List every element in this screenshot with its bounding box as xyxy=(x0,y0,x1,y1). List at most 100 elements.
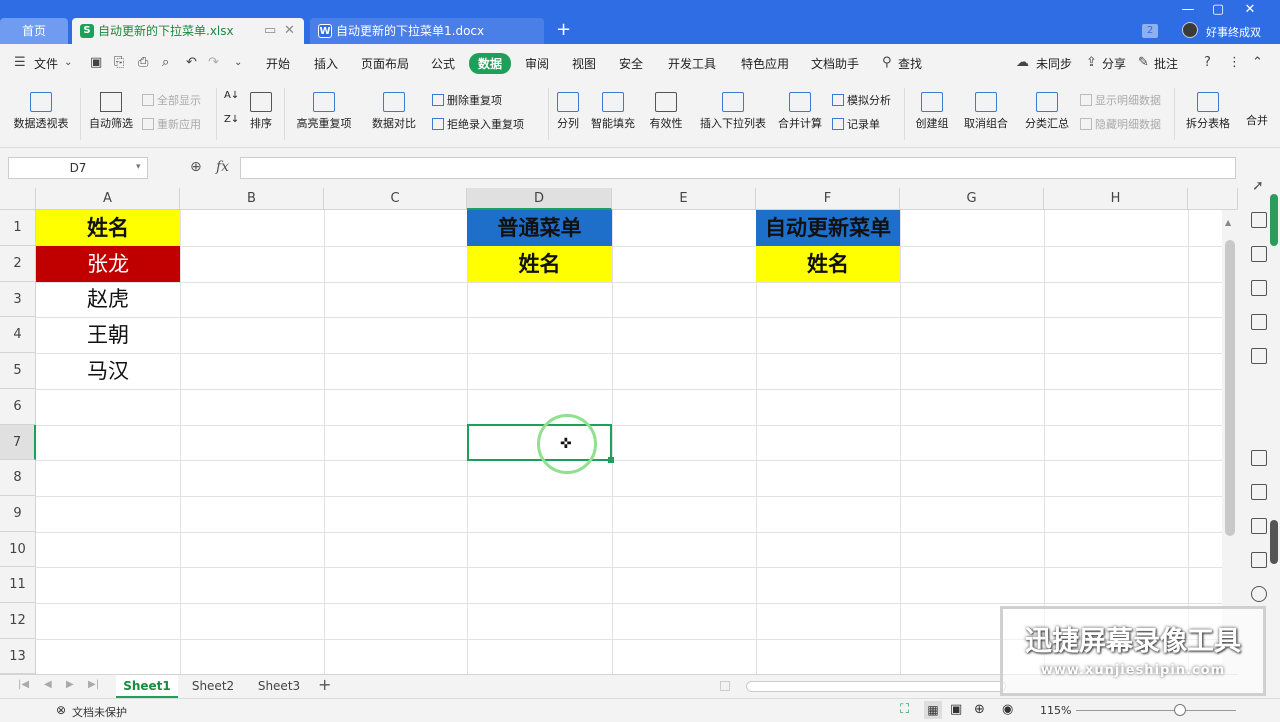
row-header-13[interactable]: 13 xyxy=(0,639,36,674)
row-header-9[interactable]: 9 xyxy=(0,496,36,532)
zoom-slider-thumb[interactable] xyxy=(1174,704,1186,716)
cursor-select-icon[interactable]: ➚ xyxy=(1252,178,1264,194)
merge-calc-button[interactable]: 合并计算 xyxy=(776,92,824,131)
scroll-thumb[interactable] xyxy=(1225,240,1235,536)
sort-asc-icon[interactable]: A↓ xyxy=(224,90,239,101)
new-tab-button[interactable]: + xyxy=(556,19,571,40)
zoom-search-icon[interactable]: ⊕ xyxy=(190,159,202,175)
menu-formula[interactable]: 公式 xyxy=(431,55,455,72)
sidebar-collapse-handle[interactable] xyxy=(1270,520,1278,564)
shapes-icon[interactable] xyxy=(1251,212,1267,228)
chart-icon[interactable] xyxy=(1251,348,1267,364)
autofilter-button[interactable]: 自动筛选 xyxy=(86,92,136,131)
split-column-button[interactable]: 分列 xyxy=(554,92,582,131)
undo-icon[interactable]: ↶ xyxy=(186,55,197,70)
sort-desc-icon[interactable]: Z↓ xyxy=(224,114,239,125)
column-header-a[interactable]: A xyxy=(36,188,180,210)
hide-detail-button[interactable]: 隐藏明细数据 xyxy=(1080,116,1161,132)
validity-button[interactable]: 有效性 xyxy=(644,92,688,131)
protection-status[interactable]: 文档未保护 xyxy=(72,704,127,720)
sort-button[interactable]: 排序 xyxy=(246,92,276,131)
column-header-g[interactable]: G xyxy=(900,188,1044,210)
save-icon[interactable]: ▣ xyxy=(90,55,102,70)
reject-duplicates-button[interactable]: 拒绝录入重复项 xyxy=(432,116,524,132)
create-group-button[interactable]: 创建组 xyxy=(912,92,952,131)
column-header-b[interactable]: B xyxy=(180,188,324,210)
comment-icon[interactable]: ✎ xyxy=(1138,55,1149,70)
cell-a5[interactable]: 马汉 xyxy=(36,353,180,389)
reapply-button[interactable]: 重新应用 xyxy=(142,116,201,132)
merge-more-button[interactable]: 合并 xyxy=(1246,112,1276,128)
collapse-ribbon-icon[interactable]: ⌃ xyxy=(1252,55,1263,70)
apps-grid-icon[interactable] xyxy=(1251,314,1267,330)
subtotal-button[interactable]: 分类汇总 xyxy=(1022,92,1072,131)
split-table-button[interactable]: 拆分表格 xyxy=(1182,92,1234,131)
cell-f1[interactable]: 自动更新菜单 xyxy=(756,210,900,246)
record-form-button[interactable]: 记录单 xyxy=(832,116,880,132)
maximize-icon[interactable]: ▢ xyxy=(1208,2,1228,17)
row-header-5[interactable]: 5 xyxy=(0,353,36,389)
chevron-down-icon[interactable]: ⌄ xyxy=(64,57,72,68)
next-sheet-icon[interactable]: ▶ xyxy=(66,679,74,690)
menu-doc-assistant[interactable]: 文档助手 xyxy=(811,55,859,72)
menu-data[interactable]: 数据 xyxy=(469,53,512,74)
preview-icon[interactable]: ⌕ xyxy=(162,55,169,70)
add-sheet-button[interactable]: + xyxy=(318,675,331,694)
remove-duplicates-button[interactable]: 删除重复项 xyxy=(432,92,502,108)
scroll-up-icon[interactable]: ▲ xyxy=(1225,218,1231,227)
cloud-sync-icon[interactable]: ☁ xyxy=(1016,55,1029,70)
row-header-3[interactable]: 3 xyxy=(0,282,36,317)
window-count-badge[interactable]: 2 xyxy=(1142,24,1158,38)
cell-a4[interactable]: 王朝 xyxy=(36,317,180,353)
prev-sheet-icon[interactable]: ◀ xyxy=(44,679,52,690)
menu-page-layout[interactable]: 页面布局 xyxy=(361,55,409,72)
column-header-d[interactable]: D xyxy=(467,188,612,210)
smart-fill-button[interactable]: 智能填充 xyxy=(588,92,638,131)
sidebar-scroll-indicator[interactable] xyxy=(1270,194,1278,246)
sync-status[interactable]: 未同步 xyxy=(1036,55,1072,72)
fx-icon[interactable]: fx xyxy=(216,159,229,175)
menu-insert[interactable]: 插入 xyxy=(314,55,338,72)
data-compare-button[interactable]: 数据对比 xyxy=(366,92,422,131)
menu-security[interactable]: 安全 xyxy=(619,55,643,72)
table-icon[interactable] xyxy=(1251,280,1267,296)
cell-f2[interactable]: 姓名 xyxy=(756,246,900,282)
backup-icon[interactable] xyxy=(1251,450,1267,466)
column-header-h[interactable]: H xyxy=(1044,188,1188,210)
formula-input[interactable] xyxy=(240,157,1236,179)
page-layout-icon[interactable]: ▣ xyxy=(950,702,962,717)
first-sheet-icon[interactable]: |◀ xyxy=(18,679,29,690)
pin-icon[interactable]: ▭ xyxy=(264,18,276,44)
share-out-icon[interactable] xyxy=(1251,484,1267,500)
cell-a2[interactable]: 张龙 xyxy=(36,246,180,282)
zoom-slider-track[interactable] xyxy=(1076,710,1236,711)
name-box-dropdown-icon[interactable]: ▾ xyxy=(136,162,141,172)
fullscreen-icon[interactable]: ⛶ xyxy=(900,702,909,717)
cell-a1[interactable]: 姓名 xyxy=(36,210,180,246)
menu-search[interactable]: 查找 xyxy=(898,55,922,72)
what-if-button[interactable]: 模拟分析 xyxy=(832,92,891,108)
highlight-duplicates-button[interactable]: 高亮重复项 xyxy=(290,92,358,131)
tab-xlsx-document[interactable]: S 自动更新的下拉菜单.xlsx ▭ ✕ xyxy=(72,18,304,44)
column-header-c[interactable]: C xyxy=(324,188,467,210)
row-header-6[interactable]: 6 xyxy=(0,389,36,425)
export-icon[interactable]: ⎘ xyxy=(114,55,124,70)
sheet-tab-sheet1[interactable]: Sheet1 xyxy=(116,675,178,698)
menu-features[interactable]: 特色应用 xyxy=(741,55,789,72)
pivot-table-button[interactable]: 数据透视表 xyxy=(10,92,72,131)
row-header-7[interactable]: 7 xyxy=(0,425,36,460)
help-icon[interactable]: ? xyxy=(1204,55,1211,70)
hamburger-icon[interactable]: ☰ xyxy=(14,55,26,70)
reading-mode-icon[interactable]: ◉ xyxy=(1002,702,1013,717)
close-window-icon[interactable]: ✕ xyxy=(1240,2,1260,17)
row-header-10[interactable]: 10 xyxy=(0,532,36,567)
name-box[interactable]: D7 xyxy=(8,157,148,179)
row-header-2[interactable]: 2 xyxy=(0,246,36,282)
row-header-8[interactable]: 8 xyxy=(0,460,36,496)
row-header-11[interactable]: 11 xyxy=(0,567,36,603)
share-button[interactable]: 分享 xyxy=(1102,55,1126,72)
menu-view[interactable]: 视图 xyxy=(572,55,596,72)
menu-review[interactable]: 审阅 xyxy=(525,55,549,72)
column-header-f[interactable]: F xyxy=(756,188,900,210)
cell-d1[interactable]: 普通菜单 xyxy=(467,210,612,246)
